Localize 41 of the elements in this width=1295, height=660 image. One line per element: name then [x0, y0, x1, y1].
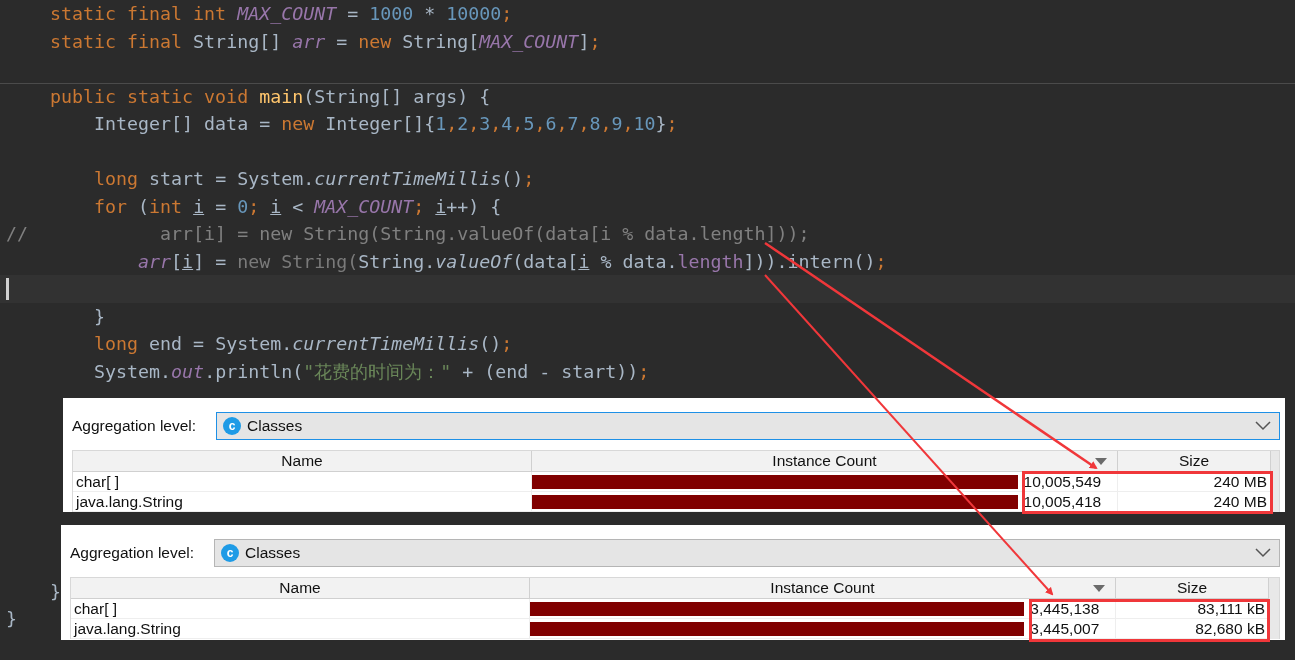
column-header[interactable]: Name	[73, 451, 532, 472]
code-line: Integer[] data = new Integer[]{1,2,3,4,5,6,7,8,9,10};	[93, 112, 678, 136]
code-line: }	[49, 579, 62, 604]
table-cell: 82,680 kB	[1116, 619, 1269, 639]
table-cell: 240 MB	[1118, 472, 1271, 492]
column-header[interactable]: Name	[71, 578, 530, 599]
code-line: public static void main(String[] args) {	[49, 84, 491, 109]
code-line: }	[6, 607, 17, 631]
code-line: long start = System.currentTimeMillis();	[93, 167, 535, 191]
code-line: // arr[i] = new String(String.valueOf(data[i % data.length]));	[6, 222, 810, 246]
code-line: System.out.println("花费的时间为：" + (end - start));	[93, 359, 650, 384]
column-header[interactable]: Size	[1118, 451, 1271, 472]
chevron-down-icon	[1255, 548, 1271, 558]
table-cell: char[ ]	[71, 599, 530, 619]
scrollbar[interactable]	[1269, 578, 1279, 639]
code-line: long end = System.currentTimeMillis();	[93, 332, 513, 356]
text-caret	[6, 278, 9, 300]
column-header[interactable]: Instance Count	[532, 451, 1118, 472]
table-cell: 3,445,138	[1030, 599, 1100, 619]
table-cell: java.lang.String	[71, 619, 530, 639]
chevron-down-icon	[1255, 421, 1271, 431]
field-label: Aggregation level:	[70, 544, 196, 562]
column-header[interactable]: Size	[1116, 578, 1269, 599]
aggregation-dropdown[interactable]: c Classes	[214, 539, 1280, 567]
column-header[interactable]: Instance Count	[530, 578, 1116, 599]
table-cell: 10,005,418	[1023, 492, 1102, 512]
table-cell: 83,111 kB	[1116, 599, 1269, 619]
aggregation-dropdown[interactable]: c Classes	[216, 412, 1280, 440]
table-cell: char[ ]	[73, 472, 532, 492]
field-label: Aggregation level:	[72, 417, 198, 435]
code-line: }	[93, 304, 106, 329]
code-line: static final int MAX_COUNT = 1000 * 10000;	[49, 2, 513, 26]
class-icon: c	[223, 417, 241, 435]
class-icon: c	[221, 544, 239, 562]
scrollbar[interactable]	[1271, 451, 1279, 512]
table-cell: 10,005,549	[1023, 472, 1102, 492]
table-cell: java.lang.String	[73, 492, 532, 512]
code-line: static final String[] arr = new String[MAX_COUNT];	[49, 29, 601, 54]
table-cell: 3,445,007	[1030, 619, 1100, 639]
table-cell: 240 MB	[1118, 492, 1271, 512]
code-line: for (int i = 0; i < MAX_COUNT; i++) {	[93, 194, 502, 219]
